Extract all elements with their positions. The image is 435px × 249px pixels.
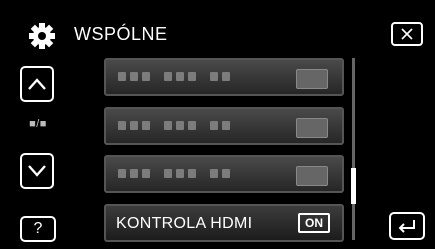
menu-item-label xyxy=(118,121,230,130)
menu-item-label: KONTROLA HDMI xyxy=(116,215,253,232)
menu-item-value xyxy=(296,69,328,89)
menu-item-label xyxy=(118,169,230,178)
scrollbar-track[interactable] xyxy=(352,58,355,240)
menu-item[interactable] xyxy=(104,107,344,145)
menu-item-hdmi-control[interactable]: KONTROLA HDMI ON xyxy=(104,204,344,242)
page-indicator: ■/■ xyxy=(29,118,47,130)
scroll-down-button[interactable] xyxy=(20,153,54,189)
menu-item-value xyxy=(296,118,328,138)
page-title: WSPÓLNE xyxy=(74,24,168,44)
menu-item[interactable] xyxy=(104,155,344,193)
close-button[interactable] xyxy=(391,22,423,46)
menu-item-label xyxy=(118,72,230,81)
back-button[interactable] xyxy=(389,212,425,240)
scroll-up-button[interactable] xyxy=(20,66,54,102)
menu-item[interactable] xyxy=(104,58,344,96)
return-arrow-icon xyxy=(398,220,415,233)
chevron-down-icon xyxy=(28,165,46,177)
menu-item-value-badge: ON xyxy=(298,213,330,233)
close-icon xyxy=(401,28,413,40)
menu-item-value xyxy=(296,166,328,186)
help-button[interactable]: ? xyxy=(20,216,56,242)
scrollbar-thumb[interactable] xyxy=(351,168,356,204)
chevron-up-icon xyxy=(28,78,46,90)
help-label: ? xyxy=(33,220,43,237)
gear-icon xyxy=(29,23,55,49)
